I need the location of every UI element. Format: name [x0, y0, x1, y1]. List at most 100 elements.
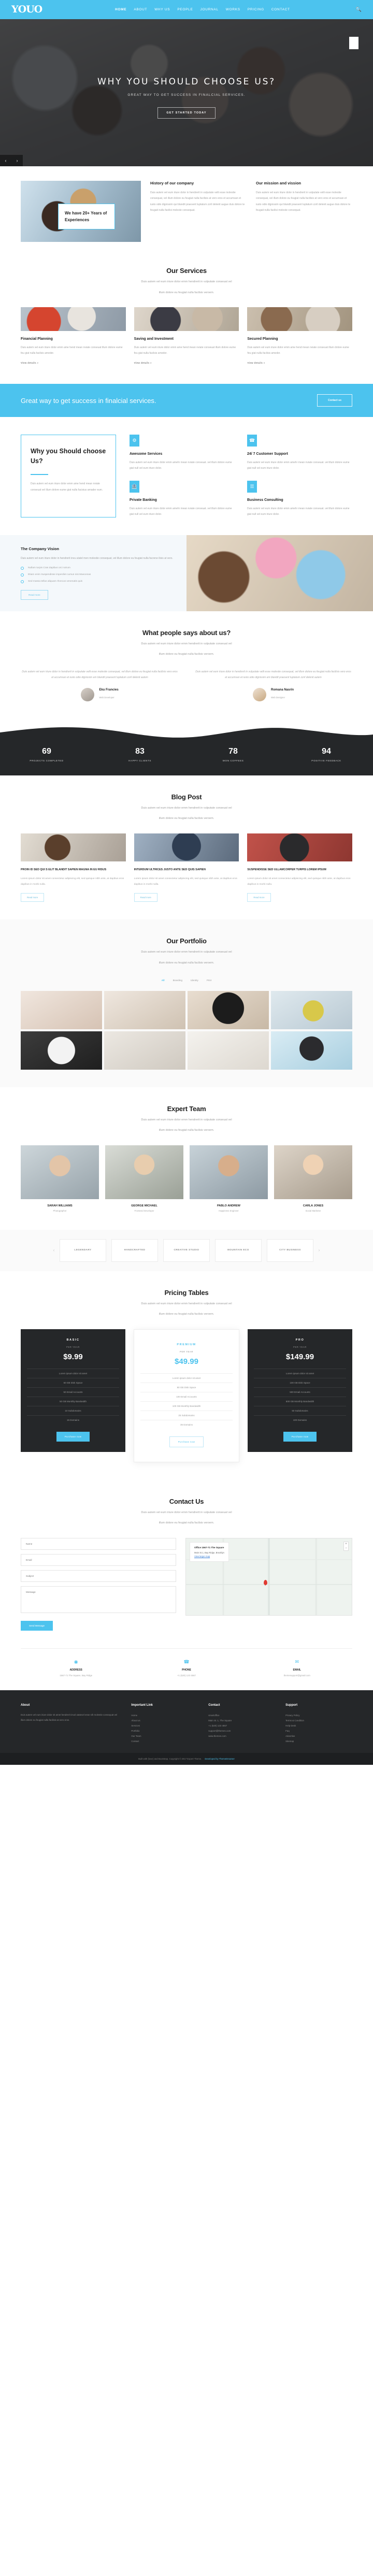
portfolio-item[interactable] — [271, 990, 352, 1029]
team-member-role: Social Marketer — [305, 1209, 321, 1212]
plan-price: $149.99 — [285, 1352, 314, 1361]
contact-us-button[interactable]: Contact us — [317, 394, 352, 407]
footer-link[interactable]: www.themes.com — [208, 1733, 275, 1738]
view-details-link[interactable]: View details » — [21, 362, 38, 364]
filter-identity[interactable]: Identity — [191, 978, 198, 983]
portfolio-item[interactable] — [271, 1031, 352, 1070]
footer-link[interactable]: Terms & Condition — [285, 1718, 352, 1723]
team-member-name: CARLA JONES — [303, 1204, 324, 1207]
nav-item-journal[interactable]: JOURNAL — [200, 8, 219, 11]
portfolio-item[interactable] — [104, 1031, 185, 1070]
message-input[interactable] — [21, 1586, 176, 1613]
map-widget[interactable]: Office 1567-71 The Square Main St.1, Bay… — [185, 1537, 352, 1616]
hero-banner: WHY YOU SHOULD CHOOSE US? GREAT WAY TO G… — [0, 19, 373, 166]
chevron-left-icon[interactable]: ‹ — [0, 155, 11, 166]
email-input[interactable] — [21, 1553, 176, 1566]
contact-heading: Contact Us Duis autem vel eum iriure dol… — [21, 1498, 352, 1527]
name-input[interactable] — [21, 1537, 176, 1550]
blog-post-title[interactable]: PROIN ID SED QUI S ELIT BLANDIT SAPIEN M… — [21, 868, 126, 873]
vision-photo — [187, 535, 373, 611]
nav-item-about[interactable]: ABOUT — [134, 8, 147, 11]
service-card: Secured Planning Duis autem vel eum iriu… — [247, 307, 353, 366]
footer-link[interactable]: Sitemap — [285, 1738, 352, 1744]
site-logo[interactable]: YOUO — [11, 5, 68, 15]
chevron-right-icon[interactable]: › — [315, 1247, 323, 1254]
footer-link[interactable]: Privacy Policy — [285, 1712, 352, 1718]
portfolio-item[interactable] — [104, 990, 185, 1029]
footer-link[interactable]: Portfolio — [131, 1728, 198, 1733]
purchase-button[interactable]: Purchase now — [169, 1436, 204, 1447]
footer-link[interactable]: Contact — [131, 1738, 198, 1744]
company-vision-section: The Company Vision Duis autem vel eum ir… — [0, 535, 373, 611]
blog-post-title[interactable]: INTERDUM ULTRICES JUSTO ANTE SED QUIS SA… — [134, 868, 239, 873]
filter-print[interactable]: Print — [207, 978, 211, 983]
footer-link[interactable]: Advertise — [285, 1733, 352, 1738]
contact-info-phone: ☎ PHONE +1 (520) 123 4567 — [131, 1659, 241, 1678]
portfolio-item[interactable] — [188, 1031, 269, 1070]
purchase-button[interactable]: Purchase now — [283, 1431, 317, 1442]
nav-item-pricing[interactable]: PRICING — [248, 8, 264, 11]
team-member-role: Frontend Developer — [134, 1209, 154, 1212]
testimonial-name: Eku Francies — [99, 688, 119, 692]
portfolio-item[interactable] — [188, 990, 269, 1029]
get-started-button[interactable]: GET STARTED TODAY — [157, 107, 216, 119]
footer-link[interactable]: Services — [131, 1723, 198, 1728]
purchase-button[interactable]: Purchase now — [56, 1431, 90, 1442]
zoom-out-button[interactable]: − — [344, 1546, 348, 1550]
services-section: Our Services Duis autem vel eum iriure d… — [0, 249, 373, 384]
chevron-left-icon[interactable]: ‹ — [50, 1247, 58, 1254]
service-card: Saving and Investment Duis autem vel eum… — [134, 307, 239, 366]
nav-item-works[interactable]: WORKS — [226, 8, 240, 11]
why-choose-box: Why you Should choose Us? Duis autem vel… — [21, 435, 116, 518]
map-larger-link[interactable]: View larger map — [194, 1555, 224, 1558]
wave-divider — [0, 724, 373, 740]
bullet-icon — [21, 566, 24, 570]
avatar — [252, 687, 266, 701]
blog-read-more-button[interactable]: Read more — [21, 893, 45, 902]
contact-info-address: ◉ ADDRESS 1567-71 The Square, Bay Ridge — [21, 1659, 131, 1678]
brand-logo: HANDCRAFTED — [111, 1239, 158, 1262]
contact-info-text: themesupport@gmail.com — [283, 1674, 310, 1677]
contact-info-title: ADDRESS — [69, 1668, 82, 1672]
read-more-button[interactable]: Read more — [21, 589, 48, 600]
portfolio-item[interactable] — [21, 990, 102, 1029]
footer-link[interactable]: Faq — [285, 1728, 352, 1733]
footer-link[interactable]: smartoffice — [208, 1712, 275, 1718]
view-details-link[interactable]: View details » — [247, 362, 265, 364]
send-message-button[interactable]: Send Message — [21, 1620, 53, 1631]
nav-item-why-us[interactable]: WHY US — [154, 8, 170, 11]
testimonial-role: Web Developer — [99, 696, 114, 699]
search-icon[interactable]: 🔍 — [356, 7, 362, 12]
divider-rule — [31, 473, 48, 476]
nav-item-people[interactable]: PEOPLE — [177, 8, 193, 11]
testimonial-list: Duis autem vel eum iriure dolor in hendr… — [21, 669, 352, 707]
vision-content: The Company Vision Duis autem vel eum ir… — [0, 535, 187, 611]
feature-body: Duis autem vel eum iriure dolor emm ameh… — [247, 507, 350, 516]
footer-link[interactable]: Home — [131, 1712, 198, 1718]
filter-all[interactable]: All — [162, 978, 165, 983]
view-details-link[interactable]: View details » — [134, 362, 152, 364]
chevron-right-icon[interactable]: › — [11, 155, 23, 166]
counter-value: 83 — [135, 746, 145, 756]
subject-input[interactable] — [21, 1570, 176, 1582]
filter-branding[interactable]: Branding — [173, 978, 182, 983]
plan-feature: Lorem ipsum dolor sit amet — [140, 1373, 233, 1383]
footer-link[interactable]: Our Team — [131, 1733, 198, 1738]
blog-read-more-button[interactable]: Read more — [247, 893, 271, 902]
footer-link[interactable]: About us — [131, 1718, 198, 1723]
blog-post-title[interactable]: SUSPENDISSE SED ULLAMCORPER TURPIS LOREM… — [247, 868, 352, 873]
why-choose-body: Duis autem vel eum iriure dolor emm ame … — [31, 482, 103, 492]
nav-item-contact[interactable]: CONTACT — [271, 8, 290, 11]
blog-read-more-button[interactable]: Read more — [134, 893, 157, 902]
portfolio-item[interactable] — [21, 1031, 102, 1070]
footer-link[interactable]: Help Desk — [285, 1723, 352, 1728]
location-icon: ◉ — [74, 1659, 78, 1664]
zoom-in-button[interactable]: + — [344, 1542, 348, 1546]
footer-link[interactable]: Main St. 1, The Square — [208, 1718, 275, 1723]
service-body: Duis autem vel eum iriure dolor emm ame … — [21, 346, 123, 355]
bullet-icon — [21, 573, 24, 577]
nav-item-home[interactable]: HOME — [115, 8, 126, 11]
team-member-photo — [274, 1145, 352, 1199]
footer-link[interactable]: support@themes.com — [208, 1728, 275, 1733]
footer-link[interactable]: +1 (520) 123 4567 — [208, 1723, 275, 1728]
